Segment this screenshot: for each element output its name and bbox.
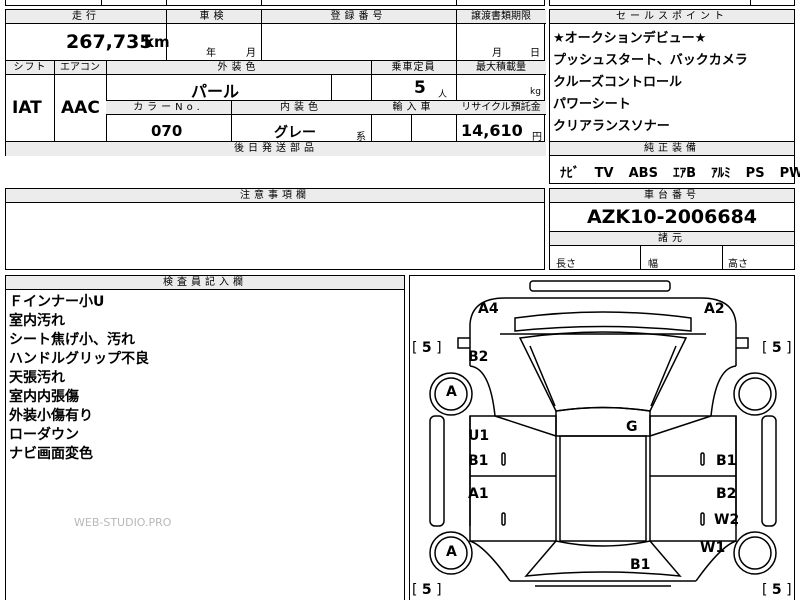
transfer-month-label: 月 — [492, 48, 502, 59]
mark-b2-right: B2 — [716, 486, 737, 502]
chassis-number: AZK10-2006684 — [586, 206, 758, 228]
inspector-line: ハンドルグリップ不良 — [9, 351, 149, 367]
sales-point-item: パワーシート — [553, 97, 631, 112]
notes-header: 注意事項欄 — [6, 189, 544, 203]
mark-w1: W1 — [700, 540, 726, 556]
mark-b1-rear: B1 — [630, 557, 651, 573]
mark-u1: U1 — [468, 428, 490, 444]
tread-rl: [ 5 ] — [412, 582, 442, 598]
equipment-list: ﾅﾋﾞ TV ABS ｴｱB ｱﾙﾐ PS PW — [560, 162, 800, 181]
color-no-header: カラーNo. — [106, 101, 231, 115]
max-load-unit: kg — [530, 87, 541, 97]
mark-a2: A2 — [704, 301, 725, 317]
mark-tire-front-left: A — [446, 384, 457, 400]
shift-value: IAT — [12, 98, 42, 118]
top-strip-right — [549, 0, 795, 6]
later-parts-header: 後日発送部品 — [6, 142, 546, 156]
shift-header: シフト — [6, 61, 54, 75]
watermark: WEB-STUDIO.PRO — [74, 516, 172, 529]
chassis-panel: 車台番号 AZK10-2006684 諸元 長さ 幅 高さ — [549, 188, 795, 270]
capacity-unit: 人 — [438, 90, 448, 100]
equipment-item: PW — [779, 166, 800, 181]
capacity-header: 乗車定員 — [371, 61, 456, 75]
sales-points-header: セールスポイント — [550, 10, 794, 24]
inspection-month-label: 月 — [246, 48, 256, 59]
inspector-line: 天張汚れ — [9, 370, 65, 386]
ac-value: AAC — [61, 98, 100, 118]
notes-panel: 注意事項欄 — [5, 188, 545, 270]
top-strip — [5, 0, 545, 6]
inspector-notes: Ｆインナー小U 室内汚れ シート焦げ小、汚れ ハンドルグリップ不良 天張汚れ 室… — [9, 293, 149, 464]
inspector-line: シート焦げ小、汚れ — [9, 332, 135, 348]
color-no-value: 070 — [151, 122, 183, 140]
sales-point-item: クルーズコントロール — [553, 75, 682, 90]
inspector-line: ローダウン — [9, 427, 79, 443]
mark-b2-front-left: B2 — [468, 349, 489, 365]
inspection-header: 車検 — [166, 10, 261, 24]
interior-color-header: 内装色 — [231, 101, 371, 115]
main-vehicle-table: 走行 車検 登録番号 譲渡書類期限 267,735 km 年 月 月 日 シフト… — [5, 9, 546, 156]
mark-g-windshield: G — [626, 419, 638, 435]
mark-w2: W2 — [714, 512, 740, 528]
sales-point-item: クリアランスソナー — [553, 119, 670, 134]
max-load-header: 最大積載量 — [456, 61, 546, 75]
transfer-day-label: 日 — [530, 48, 540, 59]
mark-a4: A4 — [478, 301, 499, 317]
sales-points-list: ★オークションデビュー★ プッシュスタート、バックカメラ クルーズコントロール … — [553, 28, 748, 138]
transfer-deadline-header: 譲渡書類期限 — [456, 10, 546, 24]
length-label: 長さ — [556, 259, 576, 270]
inspector-line: 室内内張傷 — [9, 389, 79, 405]
equipment-item: PS — [745, 166, 765, 181]
inspector-line: Ｆインナー小U — [9, 294, 105, 310]
inspection-year-label: 年 — [206, 48, 216, 59]
equipment-item: ﾅﾋﾞ — [560, 166, 580, 181]
capacity-value: 5 — [414, 78, 426, 98]
mark-b1-right: B1 — [716, 453, 737, 469]
registration-header: 登録番号 — [261, 10, 456, 24]
tread-fl: [ 5 ] — [412, 340, 442, 356]
inspector-panel: 検査員記入欄 Ｆインナー小U 室内汚れ シート焦げ小、汚れ ハンドルグリップ不良… — [5, 275, 405, 600]
tread-rr: [ 5 ] — [762, 582, 792, 598]
equipment-item: ABS — [628, 166, 658, 181]
height-label: 高さ — [728, 259, 748, 270]
inspector-line: ナビ画面変色 — [9, 446, 93, 462]
mark-a1: A1 — [468, 486, 489, 502]
mileage-unit: km — [144, 33, 170, 51]
car-diagram-panel: [ 5 ] [ 5 ] [ 5 ] [ 5 ] A4 A2 B2 A G U1 … — [409, 275, 795, 600]
width-label: 幅 — [648, 259, 658, 270]
sales-points-panel: セールスポイント ★オークションデビュー★ プッシュスタート、バックカメラ クル… — [549, 9, 800, 184]
sales-point-item: プッシュスタート、バックカメラ — [553, 53, 748, 68]
interior-color-value: グレー — [274, 125, 316, 141]
sales-point-item: ★オークションデビュー★ — [553, 31, 707, 46]
equipment-item: ｴｱB — [673, 166, 696, 181]
mileage-header: 走行 — [6, 10, 166, 24]
recycle-header: リサイクル預託金 — [456, 101, 546, 115]
ac-header: エアコン — [54, 61, 106, 75]
equipment-item: TV — [594, 166, 614, 181]
exterior-color-header: 外装色 — [106, 61, 371, 75]
mark-tire-rear-left: A — [446, 544, 457, 560]
dims-header: 諸元 — [550, 232, 794, 246]
import-header: 輸入車 — [371, 101, 456, 115]
equipment-header: 純正装備 — [550, 142, 794, 156]
inspector-line: 外装小傷有り — [9, 408, 93, 424]
equipment-item: ｱﾙﾐ — [711, 166, 731, 181]
exterior-color-value: パール — [191, 82, 240, 101]
tread-fr: [ 5 ] — [762, 340, 792, 356]
recycle-value: 14,610 — [461, 121, 523, 140]
chassis-header: 車台番号 — [550, 189, 794, 203]
mark-b1-left: B1 — [468, 453, 489, 469]
inspector-header: 検査員記入欄 — [6, 276, 404, 290]
mileage-value: 267,735 — [66, 31, 153, 53]
inspector-line: 室内汚れ — [9, 313, 65, 329]
